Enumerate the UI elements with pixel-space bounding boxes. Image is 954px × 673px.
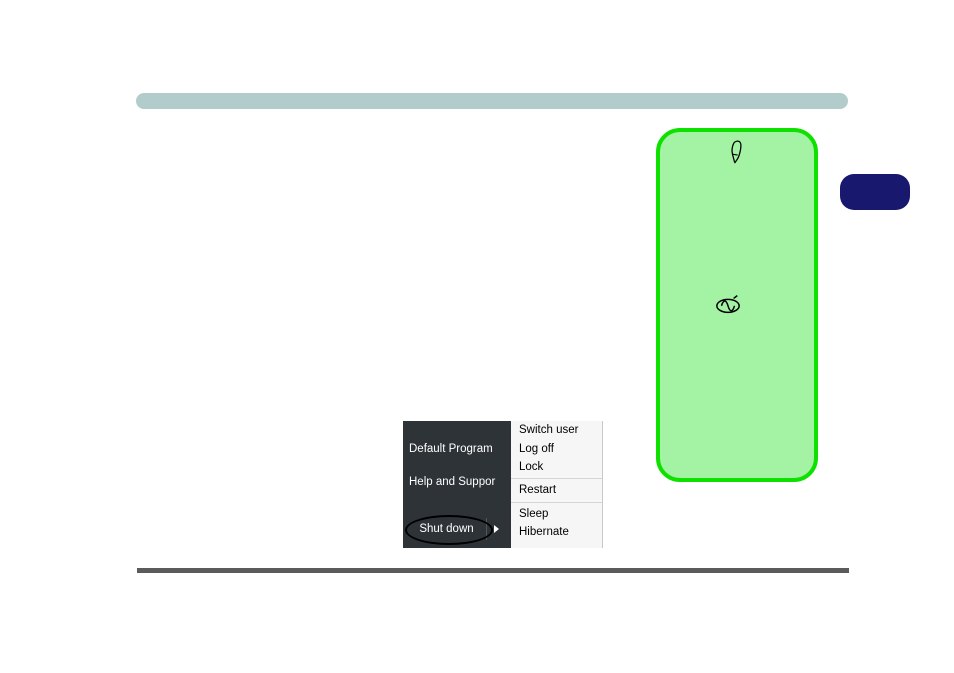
power-options-menu: Switch userLog offLock Restart SleepHibern… — [511, 421, 603, 548]
menu-divider — [511, 478, 603, 479]
menu-item-log-off[interactable]: Log off — [511, 439, 603, 457]
menu-item-restart[interactable]: Restart — [511, 481, 603, 499]
chevron-right-icon — [494, 525, 499, 533]
shutdown-bar: Shut down — [407, 518, 505, 540]
menu-item-default-programs[interactable]: Default Program — [409, 443, 511, 455]
menu-item-lock[interactable]: Lock — [511, 458, 603, 476]
menu-divider — [511, 502, 603, 503]
start-menu-screenshot: Default Program Help and Suppor Shut dow… — [403, 421, 603, 548]
logo-icon — [715, 293, 741, 315]
horizontal-rule — [137, 568, 849, 573]
start-menu-left-pane: Default Program Help and Suppor Shut dow… — [403, 421, 511, 548]
shutdown-options-arrow[interactable] — [486, 518, 505, 540]
shutdown-button[interactable]: Shut down — [407, 518, 486, 540]
header-bar — [136, 93, 848, 109]
shutdown-button-label: Shut down — [419, 523, 473, 535]
nav-button[interactable] — [840, 174, 910, 210]
menu-item-hibernate[interactable]: Hibernate — [511, 523, 603, 541]
menu-item-help-and-support[interactable]: Help and Suppor — [409, 476, 511, 488]
menu-item-switch-user[interactable]: Switch user — [511, 421, 603, 439]
menu-item-sleep[interactable]: Sleep — [511, 505, 603, 523]
